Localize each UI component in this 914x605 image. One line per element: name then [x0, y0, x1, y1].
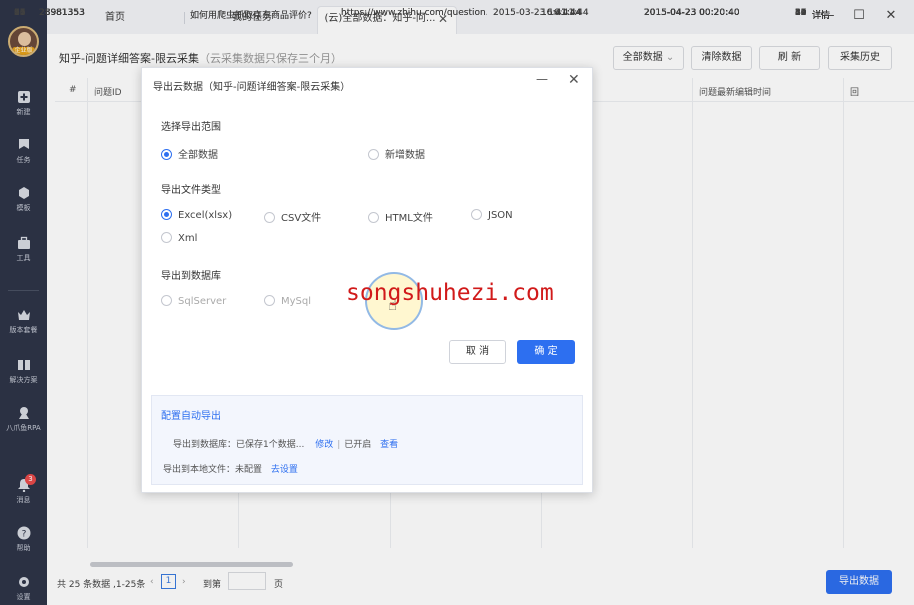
radio-html[interactable]: HTML文件 [368, 209, 433, 224]
radio-label: JSON [488, 210, 513, 221]
auto-export-db-label: 导出到数据库：已保存1个数据... [173, 440, 305, 450]
range-section-title: 选择导出范围 [161, 122, 221, 133]
radio-dot [161, 149, 172, 160]
radio-dot [471, 209, 482, 220]
auto-export-local-line: 导出到本地文件：未配置 去设置 [163, 462, 298, 475]
radio-dot [264, 212, 275, 223]
modify-link[interactable]: 修改 [315, 440, 333, 450]
radio-dot [264, 295, 275, 306]
radio-label: 新增数据 [385, 150, 425, 161]
radio-csv[interactable]: CSV文件 [264, 209, 321, 224]
setup-link[interactable]: 去设置 [271, 465, 298, 475]
radio-dot [368, 212, 379, 223]
watermark-text: songshuhezi.com [346, 280, 554, 306]
radio-all-data[interactable]: 全部数据 [161, 146, 218, 161]
auto-export-db-line: 导出到数据库：已保存1个数据... 修改 | 已开启 查看 [173, 437, 398, 450]
radio-dot [161, 209, 172, 220]
radio-label: SqlServer [178, 296, 227, 307]
radio-xml[interactable]: Xml [161, 232, 197, 244]
enabled-status: 已开启 [344, 440, 372, 450]
cancel-button[interactable]: 取 消 [449, 340, 506, 364]
radio-sqlserver[interactable]: SqlServer [161, 295, 226, 307]
radio-label: 全部数据 [178, 150, 218, 161]
dialog-title: 导出云数据（知乎-问题详细答案-限云采集） [153, 82, 351, 93]
radio-label: MySql [281, 296, 312, 307]
confirm-button[interactable]: 确 定 [517, 340, 575, 364]
minimize-icon[interactable]: — [536, 72, 548, 86]
radio-new-data[interactable]: 新增数据 [368, 146, 425, 161]
radio-label: Xml [178, 233, 198, 244]
radio-json[interactable]: JSON [471, 209, 513, 221]
radio-label: Excel(xlsx) [178, 210, 233, 221]
close-icon[interactable]: ✕ [568, 72, 580, 88]
auto-export-title: 配置自动导出 [161, 411, 221, 422]
radio-dot [161, 295, 172, 306]
auto-export-local-label: 导出到本地文件：未配置 [163, 465, 263, 475]
radio-label: HTML文件 [385, 213, 433, 224]
auto-export-panel: 配置自动导出 导出到数据库：已保存1个数据... 修改 | 已开启 查看 导出到本地… [151, 395, 583, 485]
type-section-title: 导出文件类型 [161, 185, 221, 196]
radio-label: CSV文件 [281, 213, 322, 224]
separator: | [337, 440, 341, 450]
radio-mysql[interactable]: MySql [264, 295, 311, 307]
radio-excel[interactable]: Excel(xlsx) [161, 209, 232, 221]
view-link[interactable]: 查看 [380, 440, 398, 450]
database-section-title: 导出到数据库 [161, 271, 221, 282]
radio-dot [368, 149, 379, 160]
radio-dot [161, 232, 172, 243]
